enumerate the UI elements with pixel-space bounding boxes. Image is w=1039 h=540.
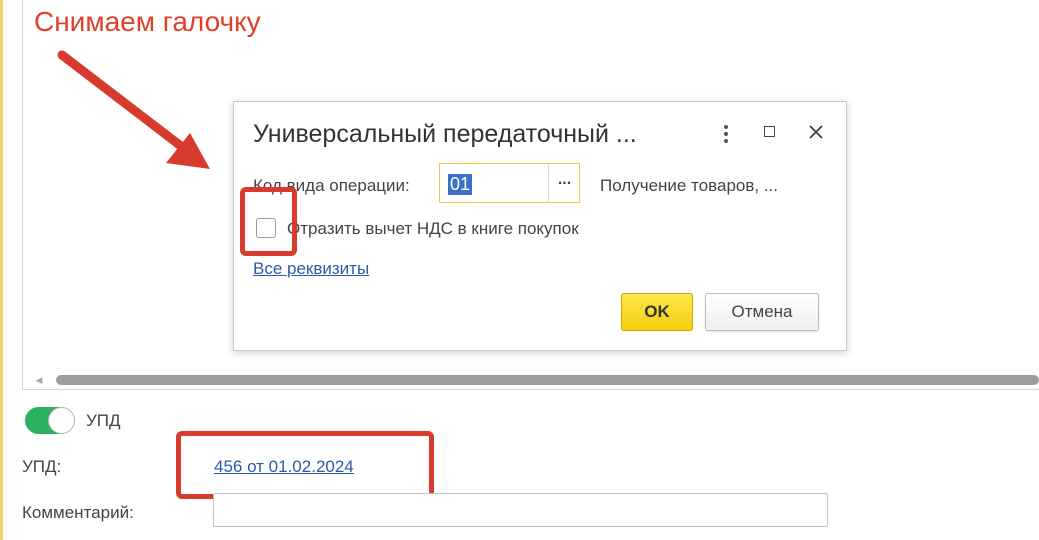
more-options-icon[interactable] — [716, 122, 736, 146]
cancel-button[interactable]: Отмена — [705, 293, 819, 331]
scroll-left-icon[interactable]: ◀ — [32, 374, 46, 386]
upd-dialog: Универсальный передаточный ... Код вида … — [233, 101, 847, 351]
operation-code-input[interactable]: 01 ... — [439, 163, 580, 203]
close-icon[interactable] — [806, 122, 826, 142]
upd-link-highlight-box — [176, 431, 434, 499]
horizontal-scrollbar[interactable]: ◀ — [32, 374, 1039, 386]
scrollbar-thumb[interactable] — [56, 375, 1039, 385]
operation-select-button[interactable]: ... — [548, 164, 580, 202]
upd-field-label: УПД: — [22, 457, 62, 476]
maximize-icon[interactable] — [764, 126, 775, 137]
left-accent-bar — [0, 0, 3, 540]
toggle-knob[interactable] — [48, 407, 75, 434]
vat-deduction-label[interactable]: Отразить вычет НДС в книге покупок — [287, 219, 579, 239]
upd-toggle-label: УПД — [86, 411, 121, 430]
checkbox-highlight-box — [240, 187, 297, 256]
annotation-arrow-icon — [57, 50, 210, 169]
operation-description: Получение товаров, ... — [600, 176, 778, 195]
dialog-title: Универсальный передаточный ... — [253, 120, 637, 148]
ok-button[interactable]: OK — [621, 293, 693, 331]
all-details-link[interactable]: Все реквизиты — [253, 259, 369, 279]
comment-label: Комментарий: — [22, 503, 134, 522]
comment-input[interactable] — [213, 493, 828, 527]
annotation-title: Снимаем галочку — [34, 6, 261, 37]
upd-toggle[interactable] — [25, 407, 75, 434]
operation-code-value[interactable]: 01 — [448, 174, 473, 195]
